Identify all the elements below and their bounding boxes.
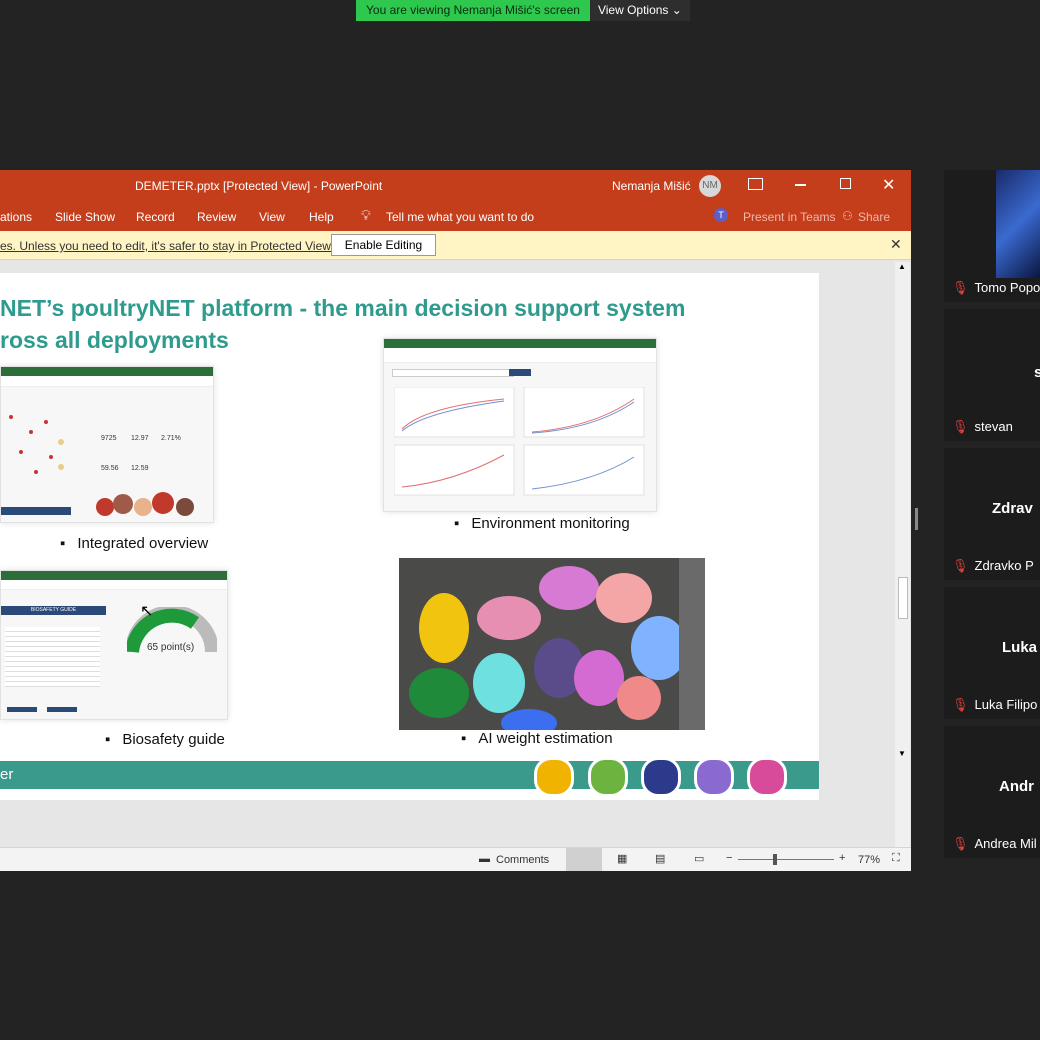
zoom-level[interactable]: 77% (858, 854, 880, 866)
participant-tile[interactable]: Luka 🎙︎ Luka Filipo (944, 587, 1040, 719)
stat-4: 59.56 (101, 465, 119, 472)
participant-name: 🎙︎ Andrea Mil (952, 836, 1037, 851)
farm-illustration (96, 492, 194, 516)
participant-tile[interactable]: Andr 🎙︎ Andrea Mil (944, 726, 1040, 858)
comments-button[interactable]: Comments (496, 854, 549, 866)
powerpoint-window: DEMETER.pptx [Protected View] - PowerPoi… (0, 170, 911, 871)
scroll-down-icon[interactable]: ▼ (898, 749, 906, 758)
comments-icon: ▬ (479, 853, 490, 865)
mic-muted-icon: 🎙︎ (952, 419, 969, 434)
mic-muted-icon: 🎙︎ (952, 558, 969, 573)
participant-name: 🎙︎ Tomo Popo (952, 280, 1040, 295)
slide-sorter-icon[interactable]: ▦ (617, 852, 627, 865)
participant-video (996, 170, 1040, 278)
protected-view-bar: es. Unless you need to edit, it's safer … (0, 231, 911, 260)
mic-muted-icon: 🎙︎ (952, 280, 969, 295)
milk-icon (694, 757, 734, 797)
participant-tile[interactable]: s 🎙︎ stevan (944, 309, 1040, 441)
vertical-scrollbar[interactable]: ▲ ▼ (895, 262, 910, 852)
share-button[interactable]: Share (858, 210, 890, 224)
bullet-environment-monitoring: Environment monitoring (454, 515, 629, 532)
mouse-cursor-icon: ↖ (140, 603, 154, 620)
mic-muted-icon: 🎙︎ (952, 697, 969, 712)
slide-canvas: NET’s poultryNET platform - the main dec… (0, 273, 819, 800)
slideshow-icon[interactable]: ▭ (694, 852, 704, 865)
stat-2: 12.97 (131, 435, 149, 442)
participant-initial: s (1034, 364, 1040, 381)
protected-message: es. Unless you need to edit, it's safer … (0, 239, 334, 253)
stat-5: 12.59 (131, 465, 149, 472)
participant-name: 🎙︎ Luka Filipo (952, 697, 1038, 712)
participant-tile[interactable]: 🎙︎ Tomo Popo (944, 170, 1040, 302)
stat-3: 2.71% (161, 435, 181, 442)
normal-view-button[interactable] (566, 848, 602, 871)
view-options-button[interactable]: View Options ⌄ (589, 0, 690, 21)
tell-me-search[interactable]: Tell me what you want to do (386, 210, 534, 224)
scroll-up-icon[interactable]: ▲ (898, 262, 906, 271)
ribbon-display-icon[interactable] (748, 178, 763, 190)
tab-animations[interactable]: ations (0, 210, 32, 224)
chicken-segmentation (399, 558, 705, 730)
lightbulb-icon: 💡︎ (361, 207, 371, 223)
tab-slide-show[interactable]: Slide Show (55, 210, 115, 224)
participant-initial: Andr (999, 778, 1034, 795)
map-plot (9, 415, 64, 474)
biosafety-header: BIOSAFETY GUIDE (1, 606, 106, 615)
bullet-biosafety-guide: Biosafety guide (105, 731, 225, 748)
zoom-in-icon[interactable]: + (839, 852, 845, 864)
wheat-icon (534, 757, 574, 797)
tab-view[interactable]: View (259, 210, 285, 224)
slide-title-line2: ross all deployments (0, 327, 229, 353)
reading-view-icon[interactable]: ▤ (655, 852, 665, 865)
person-icon: ⚇ (842, 209, 853, 223)
slide-title-line1: NET’s poultryNET platform - the main dec… (0, 295, 686, 321)
present-in-teams-button[interactable]: Present in Teams (743, 210, 836, 224)
title-bar: DEMETER.pptx [Protected View] - PowerPoi… (0, 170, 911, 201)
mini-buttons (1, 507, 71, 515)
participant-tile[interactable]: Zdrav 🎙︎ Zdravko P (944, 448, 1040, 580)
gauge-label: 65 point(s) (147, 642, 195, 653)
env-charts (394, 387, 645, 496)
tab-record[interactable]: Record (136, 210, 175, 224)
minimize-icon[interactable] (795, 184, 806, 186)
bullet-ai-weight-estimation: AI weight estimation (461, 730, 612, 747)
grapes-icon (641, 757, 681, 797)
teams-icon: T (714, 208, 728, 222)
environment-monitoring-image (383, 338, 657, 512)
participant-name: 🎙︎ stevan (952, 419, 1013, 434)
avatar[interactable]: NM (699, 175, 721, 197)
footer-text: er (0, 766, 14, 783)
mic-muted-icon: 🎙︎ (952, 836, 969, 851)
tractor-icon (588, 757, 628, 797)
user-name: Nemanja Mišić (612, 179, 691, 193)
window-title: DEMETER.pptx [Protected View] - PowerPoi… (135, 179, 383, 193)
stat-1: 9725 (101, 435, 117, 442)
integrated-overview-image: 9725 12.97 2.71% 59.56 12.59 (0, 366, 214, 523)
fit-slide-icon[interactable]: ⛶ (892, 852, 900, 865)
participant-initial: Zdrav (992, 500, 1033, 517)
zoom-thumb[interactable] (773, 854, 777, 865)
ai-weight-estimation-image (399, 558, 705, 730)
ribbon-tabs: ations Slide Show Record Review View Hel… (0, 201, 911, 231)
enable-editing-button[interactable]: Enable Editing (331, 234, 436, 256)
participant-initial: Luka (1002, 639, 1038, 656)
status-bar: ▬ Comments ▦ ▤ ▭ − + 77% ⛶ (0, 847, 911, 871)
participant-name: 🎙︎ Zdravko P (952, 558, 1034, 573)
tab-review[interactable]: Review (197, 210, 236, 224)
biosafety-guide-image: BIOSAFETY GUIDE 65 point(s) (0, 570, 228, 720)
tab-help[interactable]: Help (309, 210, 334, 224)
share-banner: You are viewing Nemanja Mišić's screen V… (356, 0, 690, 21)
bullet-integrated-overview: Integrated overview (60, 535, 208, 552)
restore-icon[interactable] (840, 178, 851, 189)
truck-icon (747, 757, 787, 797)
zoom-out-icon[interactable]: − (726, 852, 732, 864)
resize-handle[interactable] (915, 508, 918, 530)
zoom-slider[interactable] (738, 859, 834, 860)
scroll-thumb[interactable] (898, 577, 908, 619)
close-bar-icon[interactable]: ✕ (890, 236, 902, 253)
close-icon[interactable]: ✕ (882, 175, 895, 195)
viewing-label: You are viewing Nemanja Mišić's screen (356, 0, 590, 21)
